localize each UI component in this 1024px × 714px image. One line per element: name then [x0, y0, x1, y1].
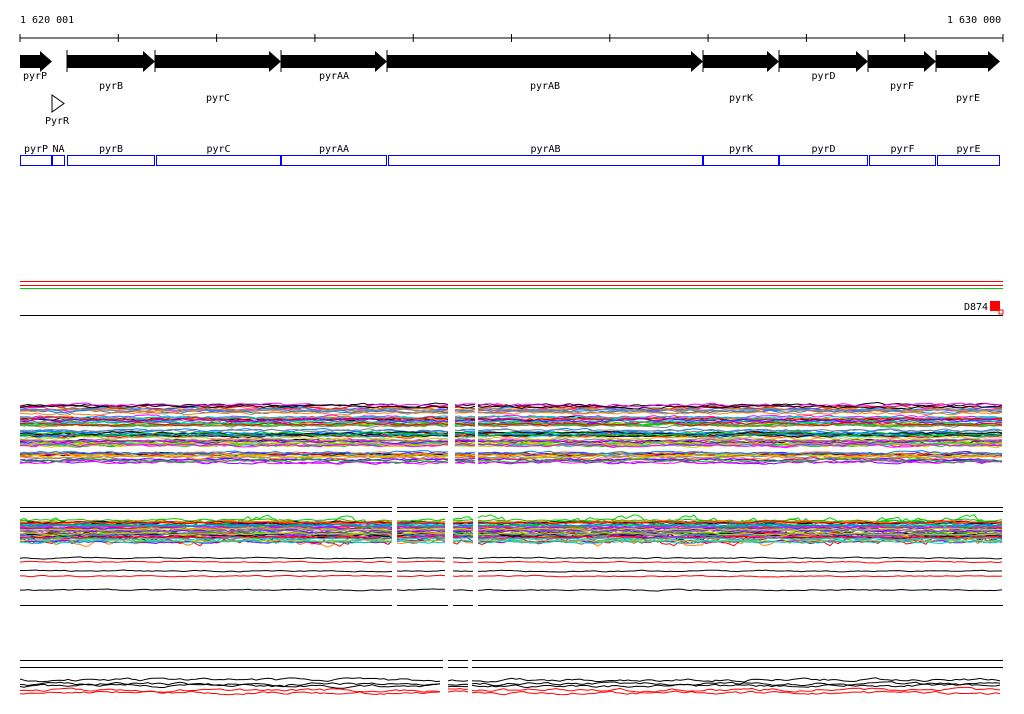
summary-trace [397, 560, 446, 563]
summary-trace [20, 574, 393, 578]
summary-trace [471, 683, 1001, 689]
summary-trace [19, 556, 393, 560]
gene-pyrB[interactable]: pyrB [66, 50, 155, 92]
gene-label: pyrD [811, 71, 835, 82]
transcript-pyrP[interactable]: pyrP [20, 144, 52, 166]
transcript-label: pyrAB [530, 144, 560, 155]
transcript-pyrB[interactable]: pyrB [67, 144, 155, 166]
gene-track: pyrP pyrB pyrC pyrAA pyrAB pyrK pyrD pyrF pyrE [20, 50, 1000, 104]
gene-label: pyrAA [319, 71, 349, 82]
coverage-trace [19, 411, 449, 416]
gene-pyrE[interactable]: pyrE [935, 50, 1000, 104]
summary-trace [477, 556, 1003, 560]
gene-label: pyrC [206, 93, 230, 104]
gene-arrow[interactable] [936, 51, 1000, 72]
transcript-pyrAA[interactable]: pyrAA [281, 144, 387, 166]
summary-trace [19, 687, 441, 693]
transcript-label: NA [52, 144, 64, 155]
gene-label: pyrAB [530, 81, 560, 92]
gene-label: pyrB [99, 81, 123, 92]
coverage-tracks [19, 401, 1003, 696]
gene-arrow[interactable] [387, 51, 703, 72]
summary-trace [471, 677, 1001, 683]
summary-trace [396, 588, 445, 591]
transcript-NA[interactable]: NA [52, 144, 65, 166]
transcript-label: pyrB [99, 144, 123, 155]
summary-trace [447, 679, 469, 682]
transcript-label: pyrAA [319, 144, 349, 155]
summary-trace [453, 589, 474, 592]
summary-trace [477, 588, 1003, 592]
track-separator [20, 281, 1003, 316]
terminator-triangle-icon [51, 94, 65, 113]
summary-trace [396, 574, 446, 578]
transcript-label: pyrP [24, 144, 48, 155]
gene-arrow[interactable] [779, 51, 868, 72]
gene-pyrAB[interactable]: pyrAB [386, 50, 703, 92]
sample-label: D874 [964, 302, 988, 313]
gene-label: pyrP [23, 71, 47, 82]
summary-trace [396, 569, 446, 572]
coverage-trace [452, 523, 474, 526]
gene-pyrF[interactable]: pyrF [867, 50, 936, 92]
summary-trace [452, 557, 474, 560]
transcript-label: pyrC [206, 144, 230, 155]
gene-pyrC[interactable]: pyrC [154, 50, 281, 104]
gene-arrow[interactable] [67, 51, 155, 72]
gene-pyrAA[interactable]: pyrAA [280, 50, 387, 82]
transcript-label: pyrK [729, 144, 753, 155]
summary-trace [447, 683, 469, 686]
regulator-label: PyrR [45, 116, 70, 127]
gene-pyrK[interactable]: pyrK [702, 50, 779, 104]
transcript-label: pyrE [956, 144, 980, 155]
summary-trace [448, 687, 469, 690]
ruler-start-label: 1 620 001 [20, 15, 74, 26]
coverage-trace [454, 432, 476, 435]
summary-trace [19, 560, 393, 564]
transcript-pyrAB[interactable]: pyrAB [388, 144, 703, 166]
transcript-label: pyrD [811, 144, 835, 155]
transcript-pyrD[interactable]: pyrD [779, 144, 868, 166]
summary-trace [452, 570, 474, 572]
summary-trace [477, 560, 1003, 564]
genome-browser-view[interactable]: 1 620 001 1 630 000 pyrPpyrBpyrCpyrAApyr… [0, 0, 1024, 714]
gene-label: pyrE [956, 93, 980, 104]
summary-trace [452, 561, 474, 564]
summary-trace [447, 690, 469, 693]
summary-trace [477, 569, 1002, 573]
gene-pyrP[interactable]: pyrP [20, 51, 52, 82]
summary-trace [19, 588, 393, 592]
gene-arrow[interactable] [281, 51, 387, 72]
gene-label: pyrK [729, 93, 753, 104]
gene-arrow[interactable] [20, 51, 52, 72]
coverage-trace [477, 428, 1003, 433]
resize-handle[interactable] [998, 309, 1004, 315]
coordinate-ruler: 1 620 001 1 630 000 [19, 15, 1004, 42]
transcript-pyrF[interactable]: pyrF [869, 144, 936, 166]
summary-trace [396, 557, 446, 560]
summary-trace [19, 677, 441, 683]
gene-arrow[interactable] [868, 51, 936, 72]
gene-arrow[interactable] [703, 51, 779, 72]
summary-trace [477, 574, 1003, 578]
gene-arrow[interactable] [155, 51, 281, 72]
gene-label: pyrF [890, 81, 914, 92]
transcript-pyrK[interactable]: pyrK [703, 144, 779, 166]
regulator-pyrR[interactable]: PyrR [45, 94, 70, 127]
transcript-track: pyrP NA pyrB pyrC pyrAA pyrAB pyrK pyrD pyrF pyrE [20, 144, 1000, 166]
coverage-trace [454, 451, 476, 454]
transcript-pyrE[interactable]: pyrE [937, 144, 1000, 166]
gene-pyrD[interactable]: pyrD [778, 50, 868, 82]
summary-trace [20, 569, 393, 573]
summary-trace [452, 575, 474, 577]
ruler-end-label: 1 630 000 [947, 15, 1001, 26]
summary-trace [447, 685, 468, 688]
coverage-trace [452, 519, 474, 522]
summary-trace [471, 690, 1001, 696]
transcript-pyrC[interactable]: pyrC [156, 144, 281, 166]
sample-track-header[interactable]: D874 [964, 301, 1004, 315]
transcript-label: pyrF [890, 144, 914, 155]
